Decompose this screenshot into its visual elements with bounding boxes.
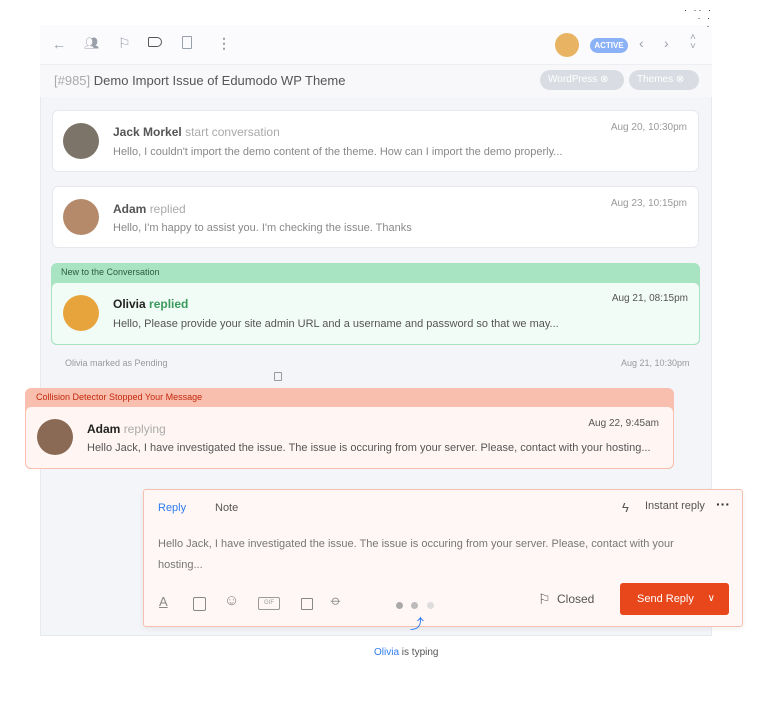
reply-input[interactable]: Hello Jack, I have investigated the issu… — [158, 534, 698, 576]
arrow-icon: ⤴ — [410, 616, 424, 632]
avatar — [63, 199, 99, 235]
template-icon[interactable] — [193, 597, 206, 611]
sender: Adam replied — [113, 202, 186, 216]
message-text: Hello, I'm happy to assist you. I'm chec… — [113, 222, 412, 234]
avatar — [63, 123, 99, 159]
tag-themes[interactable]: Themes ⊗ — [629, 70, 699, 90]
typing-dot — [396, 602, 403, 609]
message-text: Hello Jack, I have investigated the issu… — [87, 442, 651, 454]
status-select[interactable]: Closed — [557, 592, 594, 606]
tab-note[interactable]: Note — [215, 502, 238, 514]
typing-dot — [411, 602, 418, 609]
send-label: Send Reply — [637, 593, 694, 605]
users-icon[interactable]: 👥︎ — [84, 36, 99, 50]
status-event: Olivia marked as Pending — [65, 358, 168, 368]
tab-reply[interactable]: Reply — [158, 502, 186, 514]
timestamp: Aug 22, 9:45am — [588, 418, 659, 429]
send-reply-button[interactable]: Send Reply ∨ — [620, 583, 729, 615]
close-icon[interactable]: ⊗ — [676, 74, 684, 85]
avatar — [63, 295, 99, 331]
tag-icon[interactable] — [148, 37, 162, 47]
text-format-icon[interactable]: A — [159, 594, 168, 609]
instant-reply-button[interactable]: Instant reply — [645, 500, 705, 512]
gif-icon[interactable]: GIF — [258, 597, 280, 610]
message-text: Hello, Please provide your site admin UR… — [113, 318, 559, 330]
message-card[interactable]: Adam replied Aug 23, 10:15pm Hello, I'm … — [52, 186, 699, 248]
collision-banner: Collision Detector Stopped Your Message — [36, 392, 203, 402]
sender: Jack Morkel start conversation — [113, 125, 280, 139]
status-event-time: Aug 21, 10:30pm — [621, 358, 690, 368]
close-icon[interactable]: ⊗ — [600, 74, 608, 85]
status-badge: ACTIVE — [590, 38, 628, 53]
emoji-icon[interactable]: ☺ — [224, 592, 239, 609]
message-text: Hello, I couldn't import the demo conten… — [113, 146, 563, 158]
collision-group: Collision Detector Stopped Your Message … — [25, 388, 674, 469]
message-card[interactable]: Jack Morkel start conversation Aug 20, 1… — [52, 110, 699, 172]
more-vertical-icon[interactable]: ⋮ — [217, 35, 231, 52]
new-message-group: New to the Conversation Olivia replied A… — [51, 263, 700, 345]
new-banner: New to the Conversation — [61, 267, 160, 277]
image-icon[interactable] — [301, 598, 313, 610]
lightning-icon: ϟ — [622, 500, 629, 515]
tag-wordpress[interactable]: WordPress ⊗ — [540, 70, 624, 90]
chevron-left-icon[interactable]: ‹ — [639, 35, 644, 51]
attachment-icon[interactable]: ⌀ — [327, 592, 345, 610]
timestamp: Aug 21, 08:15pm — [611, 293, 688, 304]
trash-icon[interactable] — [274, 372, 282, 381]
more-icon[interactable]: ··· — [716, 496, 730, 512]
decoration-dots: · ·· · · · · — [684, 5, 713, 31]
typing-dot — [427, 602, 434, 609]
avatar[interactable] — [555, 33, 579, 57]
avatar — [37, 419, 73, 455]
sender: Adam replying — [87, 422, 166, 436]
reply-box: Reply Note ϟ Instant reply ··· Hello Jac… — [143, 489, 743, 627]
timestamp: Aug 20, 10:30pm — [610, 122, 687, 133]
message-card[interactable]: Adam replying Aug 22, 9:45am Hello Jack,… — [25, 406, 674, 469]
typing-indicator: Olivia is typing — [374, 647, 439, 658]
flag-icon[interactable]: ⚐ — [118, 35, 131, 52]
sender: Olivia replied — [113, 297, 189, 311]
chevron-down-icon[interactable]: ∨ — [708, 583, 715, 615]
message-card[interactable]: Olivia replied Aug 21, 08:15pm Hello, Pl… — [51, 282, 700, 345]
chevron-right-icon[interactable]: › — [664, 35, 669, 51]
timestamp: Aug 23, 10:15pm — [610, 198, 687, 209]
page-title: [#985] Demo Import Issue of Edumodo WP T… — [54, 73, 346, 88]
expand-icon[interactable]: ˄ ˅ — [690, 33, 696, 52]
arrow-left-icon[interactable]: ← — [52, 36, 66, 52]
trash-icon[interactable] — [182, 36, 192, 49]
flag-icon: ⚐ — [538, 591, 551, 607]
